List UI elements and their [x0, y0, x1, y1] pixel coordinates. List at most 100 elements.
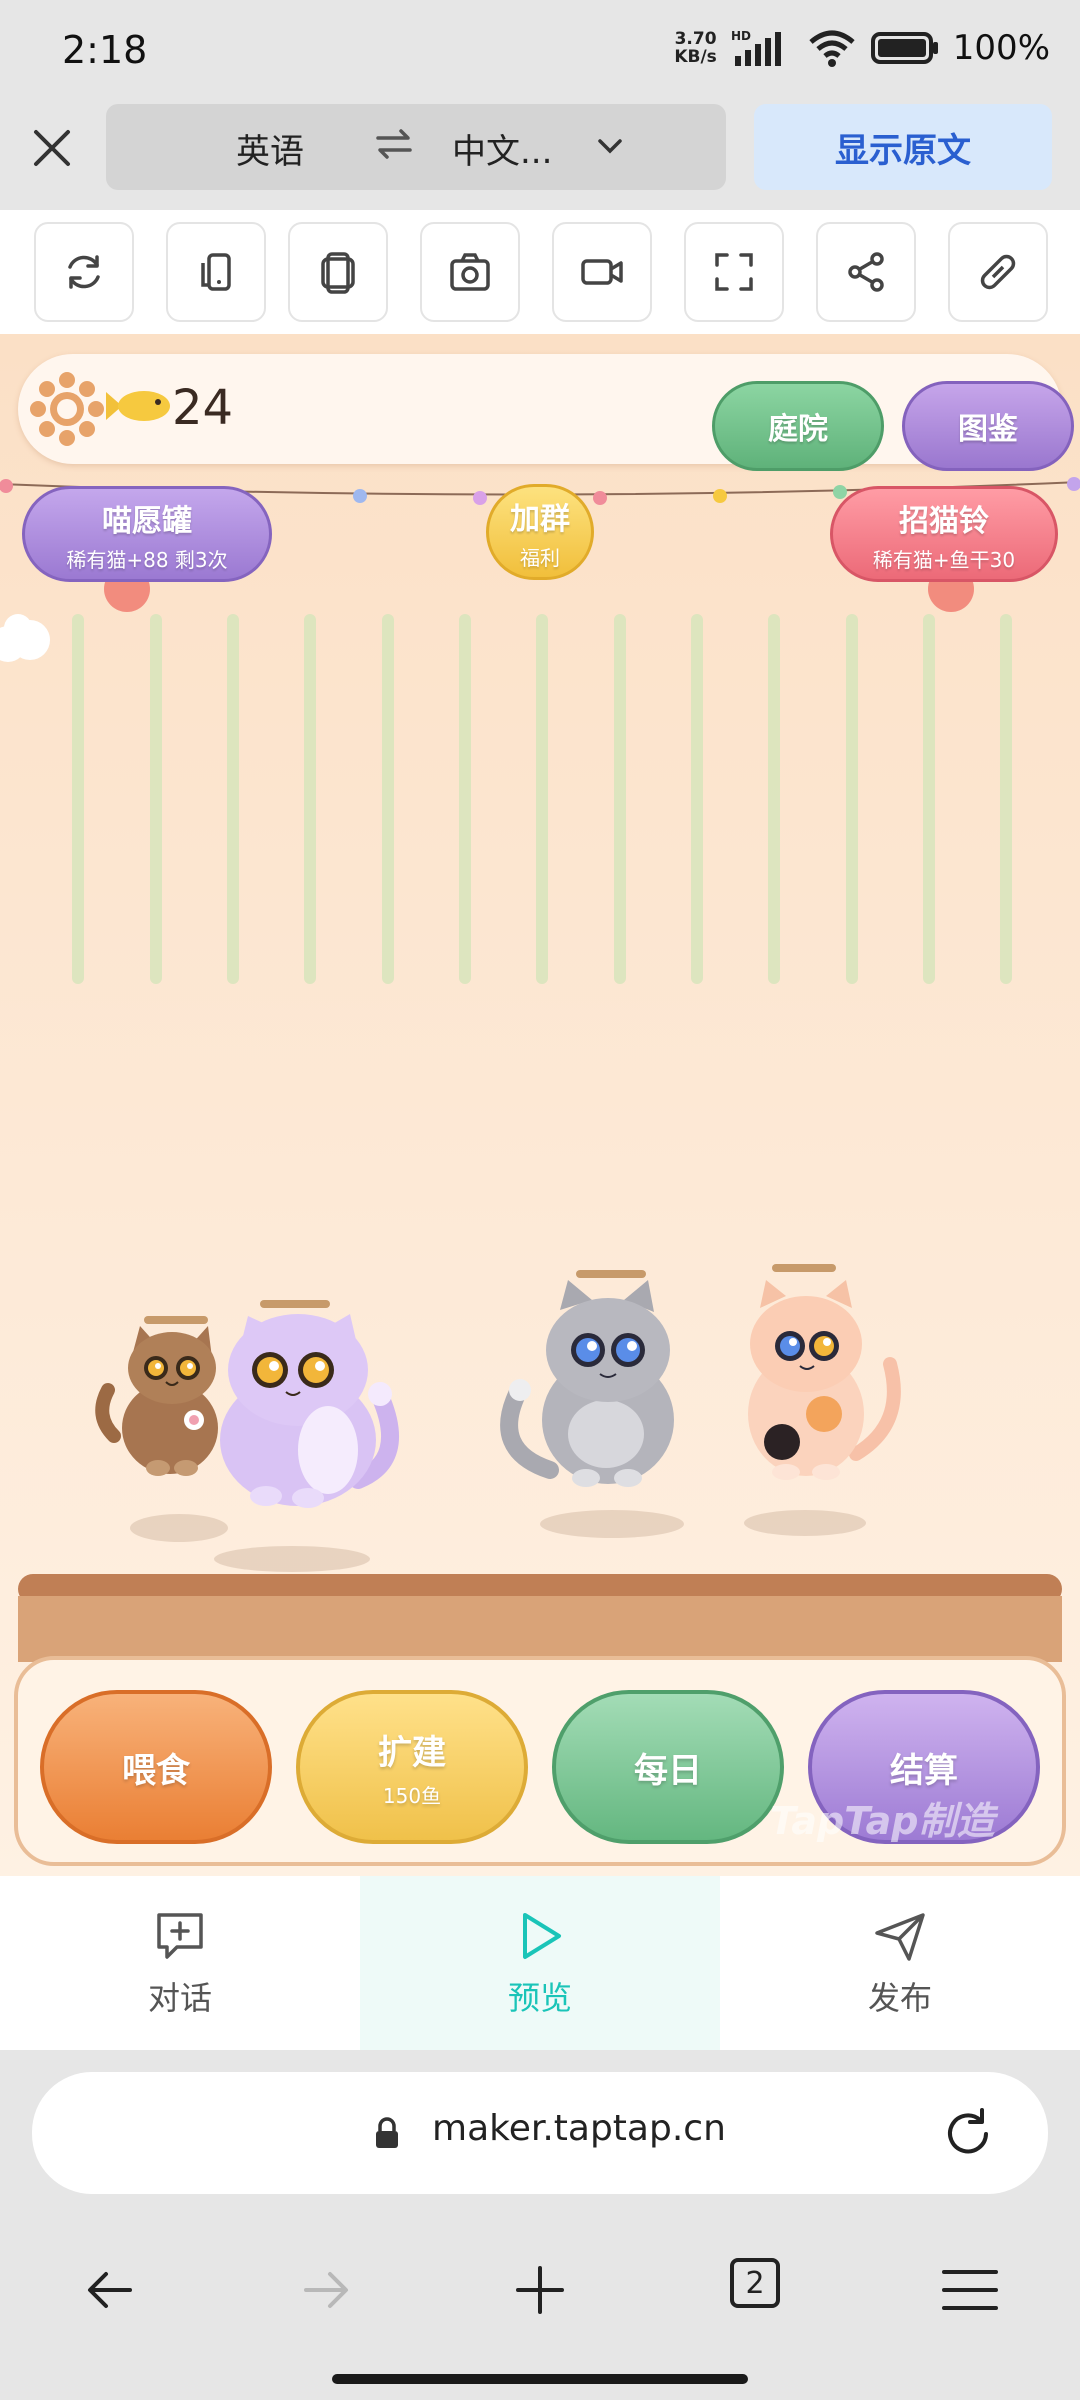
wall-stripe [227, 614, 239, 984]
camera-icon [450, 253, 490, 291]
wall-stripe [923, 614, 935, 984]
forward-button[interactable] [286, 2250, 366, 2330]
share-icon [848, 252, 884, 292]
network-speed-unit: KB/s [674, 47, 717, 67]
status-bar: 2:18 3.70 KB/s HD 100% [0, 0, 1080, 104]
game-canvas[interactable]: 24 庭院 图鉴 喵愿罐 稀有猫+88 剩3次 加群 福利 招猫铃 稀有猫+鱼干… [0, 334, 1080, 1876]
tab-switcher-button[interactable]: 2 [730, 2258, 780, 2308]
daily-label: 每日 [634, 1750, 702, 1791]
screenshot-button[interactable] [420, 222, 520, 322]
rotate-device-icon [201, 253, 231, 291]
cloud-decoration [0, 614, 50, 662]
back-button[interactable] [70, 2250, 150, 2330]
cat-shadow [130, 1514, 228, 1542]
menu-button[interactable] [930, 2250, 1010, 2330]
settle-label: 结算 [890, 1750, 958, 1791]
swap-icon[interactable] [374, 124, 414, 164]
taptap-watermark: TapTap制造 [770, 1799, 995, 1843]
hamburger-menu-icon [942, 2270, 998, 2310]
wall-stripe [614, 614, 626, 984]
link-icon [980, 254, 1016, 290]
join-group-button[interactable]: 加群 福利 [486, 484, 594, 580]
share-button[interactable] [816, 222, 916, 322]
status-time: 2:18 [62, 28, 148, 72]
refresh-icon [68, 255, 100, 289]
tab-chat-label: 对话 [147, 1979, 212, 2017]
album-label: 图鉴 [958, 412, 1018, 447]
video-icon [581, 259, 623, 285]
duplicate-icon [321, 252, 355, 294]
url-text[interactable]: maker.taptap.cn [432, 2108, 726, 2149]
tab-preview-label: 预览 [507, 1979, 572, 2017]
wall-stripe [536, 614, 548, 984]
tab-publish[interactable]: 发布 [720, 1876, 1080, 2050]
rotate-device-button[interactable] [166, 222, 266, 322]
refresh-button[interactable] [34, 222, 134, 322]
feed-button[interactable]: 喂食 [40, 1690, 272, 1844]
plus-icon [516, 2266, 564, 2314]
chevron-down-icon[interactable] [594, 130, 626, 162]
cat-bell-title: 招猫铃 [899, 503, 989, 539]
flower-icon [30, 372, 104, 446]
courtyard-label: 庭院 [768, 412, 828, 447]
expand-button[interactable]: 扩建 150鱼 [296, 1690, 528, 1844]
network-speed: 3.70 KB/s [674, 30, 716, 66]
status-icons: 3.70 KB/s HD 100% [674, 28, 1050, 68]
chat-plus-icon [157, 1913, 203, 1959]
duplicate-button[interactable] [288, 222, 388, 322]
expand-cost: 150鱼 [382, 1784, 442, 1808]
address-bar[interactable]: maker.taptap.cn [32, 2072, 1048, 2194]
fish-count: 24 [172, 380, 234, 436]
link-button[interactable] [948, 222, 1048, 322]
wish-jar-button[interactable]: 喵愿罐 稀有猫+88 剩3次 [22, 486, 272, 582]
lock-icon [376, 2117, 398, 2148]
hd-label: HD [731, 29, 751, 43]
wish-jar-subtitle: 稀有猫+88 剩3次 [66, 547, 228, 572]
wall-stripe [768, 614, 780, 984]
cat-bell-subtitle: 稀有猫+鱼干30 [872, 547, 1016, 572]
send-icon [875, 1913, 925, 1961]
source-language[interactable]: 英语 [236, 124, 304, 173]
wall-stripes [72, 614, 1032, 984]
wall-stripe [1000, 614, 1012, 984]
show-original-button[interactable]: 显示原文 [754, 104, 1052, 190]
target-language[interactable]: 中文... [452, 124, 552, 173]
close-icon[interactable] [28, 124, 76, 172]
wall-stripe [846, 614, 858, 984]
wall-stripe [72, 614, 84, 984]
fish-icon [106, 391, 170, 421]
feed-label: 喂食 [122, 1750, 190, 1791]
browser-bottom: maker.taptap.cn 2 [0, 2050, 1080, 2400]
cat-bell-button[interactable]: 招猫铃 稀有猫+鱼干30 [830, 486, 1058, 582]
wall-stripe [459, 614, 471, 984]
cat-shadow [744, 1510, 866, 1536]
language-selector[interactable]: 英语 中文... [106, 104, 726, 190]
tab-preview[interactable]: 预览 [360, 1876, 720, 2050]
top-hud: 24 庭院 图鉴 [18, 354, 1074, 471]
calico-cat[interactable] [730, 1264, 910, 1484]
battery-icon [870, 32, 938, 64]
fullscreen-button[interactable] [684, 222, 784, 322]
arrow-left-icon [88, 2272, 132, 2308]
fullscreen-icon [715, 253, 753, 291]
home-indicator [332, 2374, 748, 2384]
gray-tabby-cat[interactable] [490, 1270, 690, 1490]
join-group-subtitle: 福利 [520, 545, 560, 570]
wifi-icon [809, 30, 855, 67]
preview-toolbar [0, 210, 1080, 334]
wall-stripe [150, 614, 162, 984]
join-group-title: 加群 [510, 501, 570, 537]
arrow-right-icon [304, 2272, 348, 2308]
wish-jar-title: 喵愿罐 [102, 503, 192, 539]
daily-button[interactable]: 每日 [552, 1690, 784, 1844]
tab-chat[interactable]: 对话 [0, 1876, 360, 2050]
new-tab-button[interactable] [500, 2250, 580, 2330]
reload-icon[interactable] [940, 2106, 996, 2162]
signal-icon: HD [731, 29, 781, 66]
play-icon [523, 1913, 561, 1959]
bottom-tab-bar: 对话 预览 发布 [0, 1876, 1080, 2050]
record-button[interactable] [552, 222, 652, 322]
purple-cat[interactable] [208, 1300, 408, 1510]
translate-bar: 英语 中文... 显示原文 [0, 104, 1080, 210]
cat-shadow [540, 1510, 684, 1538]
